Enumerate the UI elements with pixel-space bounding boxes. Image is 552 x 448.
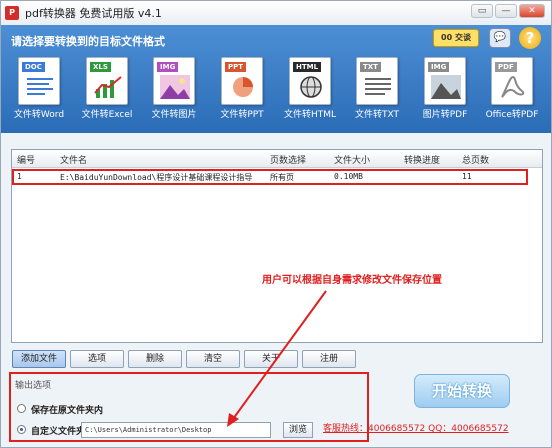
col-total-pages[interactable]: 总页数 xyxy=(462,153,489,166)
tool-tag: TXT xyxy=(360,62,381,72)
tool-to-html[interactable]: HTML 文件转HTML xyxy=(284,57,336,123)
photo-icon xyxy=(431,75,461,99)
message-icon[interactable]: 💬 xyxy=(489,28,511,48)
office-pdf-doc-icon: PDF xyxy=(491,57,533,105)
tool-tag: PDF xyxy=(495,62,517,72)
save-original-label[interactable]: 保存在原文件夹内 xyxy=(31,403,103,416)
tool-to-excel[interactable]: XLS 文件转Excel xyxy=(81,57,133,123)
tool-to-txt[interactable]: TXT 文件转TXT xyxy=(351,57,403,123)
acrobat-icon xyxy=(501,75,525,98)
browse-button[interactable]: 浏览 xyxy=(283,422,313,438)
tool-label: Office转PDF xyxy=(485,110,539,120)
restore-button[interactable]: ▭ xyxy=(471,4,493,18)
col-filename[interactable]: 文件名 xyxy=(60,153,87,166)
ppt-doc-icon: PPT xyxy=(221,57,263,105)
tool-label: 文件转Excel xyxy=(81,110,133,120)
tool-tag: HTML xyxy=(293,62,322,72)
ppt-pie-icon xyxy=(233,77,253,97)
html-doc-icon: HTML xyxy=(289,57,331,105)
title-bar: P pdf转换器 免费试用版 v4.1 ▭ — ✕ xyxy=(1,1,551,25)
col-file-size[interactable]: 文件大小 xyxy=(334,153,370,166)
tool-image-to-pdf[interactable]: IMG 图片转PDF xyxy=(419,57,471,123)
start-convert-button[interactable]: 开始转换 xyxy=(414,374,510,408)
clear-button[interactable]: 清空 xyxy=(186,350,240,368)
tool-tag: DOC xyxy=(22,62,45,72)
help-icon[interactable]: ? xyxy=(519,27,541,49)
col-progress[interactable]: 转换进度 xyxy=(404,153,440,166)
options-button[interactable]: 选项 xyxy=(70,350,124,368)
file-list[interactable]: 编号 文件名 页数选择 文件大小 转换进度 总页数 1 E:\BaiduYunD… xyxy=(11,149,543,343)
tool-label: 文件转Word xyxy=(13,110,65,120)
window-controls: ▭ — ✕ xyxy=(471,4,545,18)
about-button[interactable]: 关于 xyxy=(244,350,298,368)
col-number[interactable]: 编号 xyxy=(17,153,35,166)
excel-chart-icon xyxy=(94,76,122,98)
tool-label: 图片转PDF xyxy=(422,110,468,120)
tool-to-ppt[interactable]: PPT 文件转PPT xyxy=(216,57,268,123)
tool-to-image[interactable]: IMG 文件转图片 xyxy=(148,57,200,123)
tool-label: 文件转HTML xyxy=(283,110,337,120)
output-options: 输出选项 保存在原文件夹内 自定义文件夹 C:\Users\Administra… xyxy=(9,372,369,442)
tool-tag: IMG xyxy=(157,62,179,72)
word-lines-icon xyxy=(27,78,53,95)
tool-to-word[interactable]: DOC 文件转Word xyxy=(13,57,65,123)
txt-text-icon xyxy=(365,78,391,95)
tool-label: 文件转图片 xyxy=(151,110,197,120)
txt-doc-icon: TXT xyxy=(356,57,398,105)
tool-tag: IMG xyxy=(428,62,450,72)
tool-label: 文件转PPT xyxy=(220,110,264,120)
minimize-button[interactable]: — xyxy=(495,4,517,18)
output-options-title: 输出选项 xyxy=(15,381,52,391)
tool-label: 文件转TXT xyxy=(354,110,399,120)
tool-tag: PPT xyxy=(225,62,247,72)
image-doc-icon: IMG xyxy=(153,57,195,105)
annotation-text: 用户可以根据自身需求修改文件保存位置 xyxy=(262,275,442,286)
window-title: pdf转换器 免费试用版 v4.1 xyxy=(25,7,162,20)
format-prompt: 请选择要转换到的目标文件格式 xyxy=(11,35,165,48)
radio-save-original[interactable] xyxy=(17,404,26,413)
row-highlight-box xyxy=(12,169,528,185)
word-doc-icon: DOC xyxy=(18,57,60,105)
image-picture-icon xyxy=(160,75,190,99)
radio-custom-folder[interactable] xyxy=(17,425,26,434)
app-icon: P xyxy=(5,6,19,20)
app-window: P pdf转换器 免费试用版 v4.1 ▭ — ✕ 请选择要转换到的目标文件格式… xyxy=(0,0,552,448)
excel-doc-icon: XLS xyxy=(86,57,128,105)
format-toolbar: 请选择要转换到的目标文件格式 00 交谈 💬 ? DOC 文件转Word XLS… xyxy=(1,25,551,133)
add-file-button[interactable]: 添加文件 xyxy=(12,350,66,368)
close-button[interactable]: ✕ xyxy=(519,4,545,18)
img-pdf-doc-icon: IMG xyxy=(424,57,466,105)
support-hotline-link[interactable]: 客服热线：4006685572 QQ：4006685572 xyxy=(323,421,509,434)
delete-button[interactable]: 删除 xyxy=(128,350,182,368)
output-path-field[interactable]: C:\Users\Administrator\Desktop xyxy=(81,422,271,438)
tool-office-to-pdf[interactable]: PDF Office转PDF xyxy=(486,57,538,123)
custom-folder-label[interactable]: 自定义文件夹 xyxy=(31,424,85,437)
register-button[interactable]: 注册 xyxy=(302,350,356,368)
col-page-selection[interactable]: 页数选择 xyxy=(270,153,306,166)
tool-tag: XLS xyxy=(90,62,111,72)
file-list-header: 编号 文件名 页数选择 文件大小 转换进度 总页数 xyxy=(12,150,542,168)
html-globe-icon xyxy=(300,76,322,98)
qq-chat-button[interactable]: 00 交谈 xyxy=(433,29,479,47)
